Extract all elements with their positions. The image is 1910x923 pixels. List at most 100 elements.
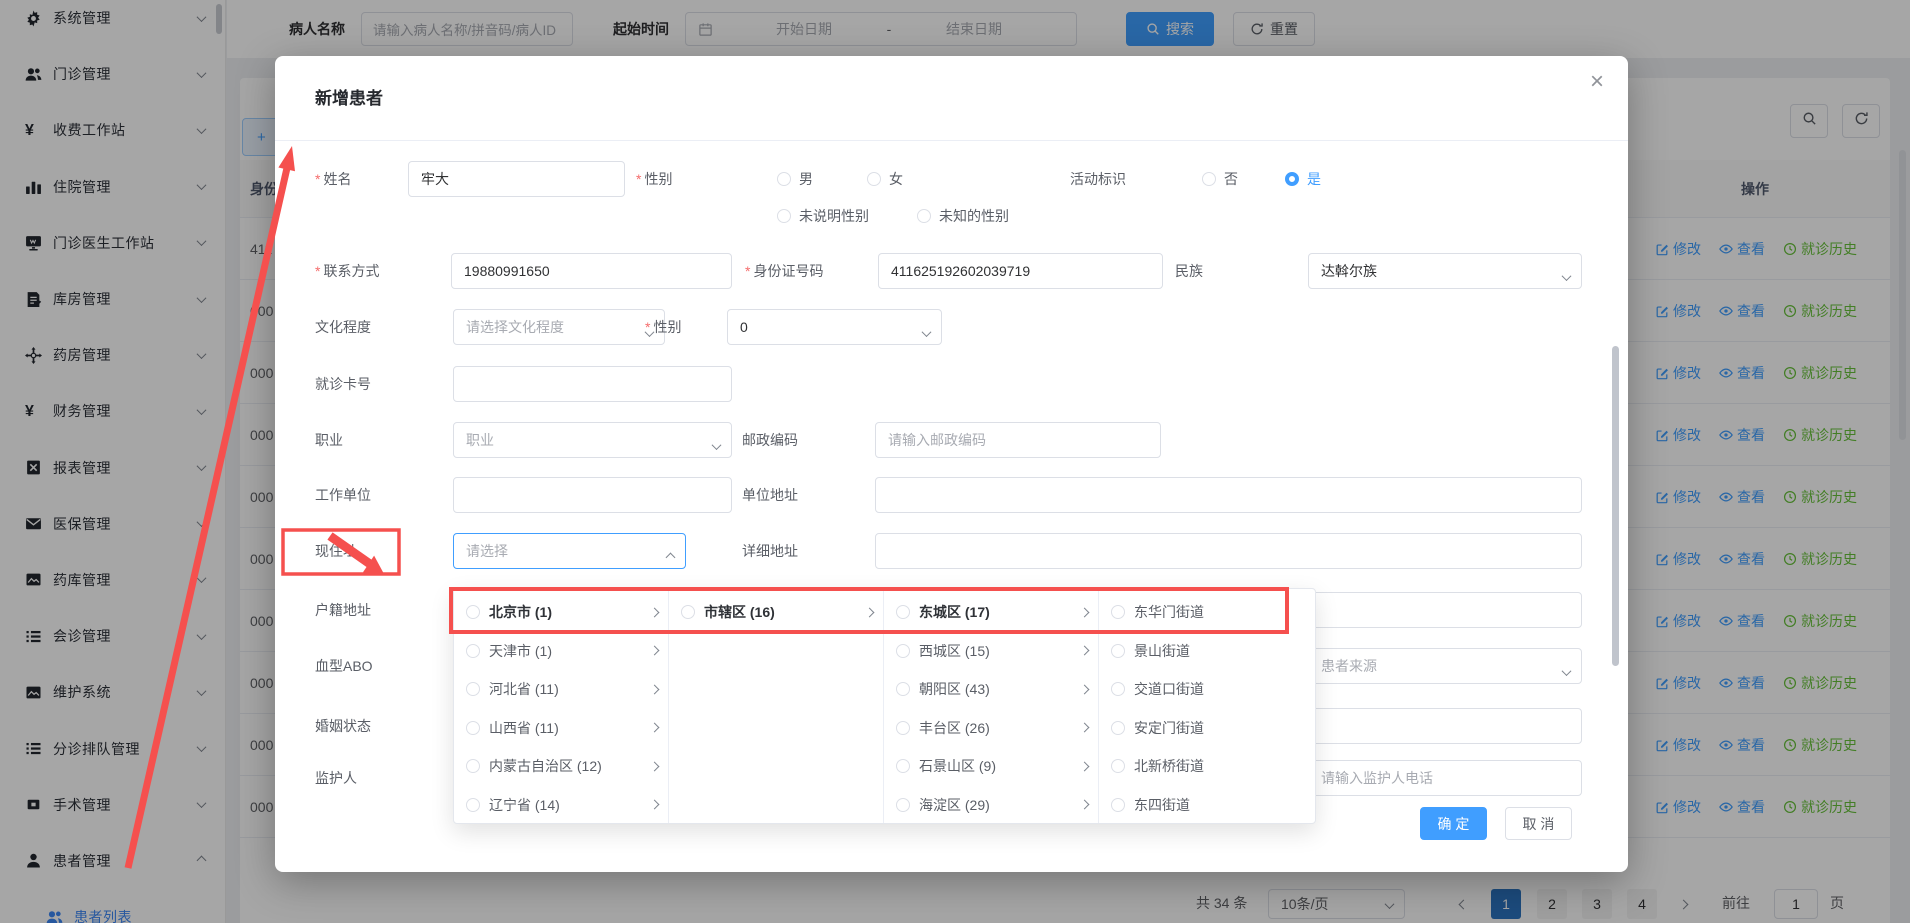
current-address-label: 现住址 (315, 541, 357, 561)
gender-radio-unknown[interactable]: 未知的性别 (917, 198, 1009, 234)
card-no-input[interactable] (453, 366, 732, 402)
radio-icon[interactable] (1111, 721, 1125, 735)
cascader-column: 东华门街道 景山街道 交道口街道 安定门街道 北新桥街道 东四街道 (1099, 589, 1314, 823)
radio-icon[interactable] (466, 759, 480, 773)
cascader-option[interactable]: 海淀区 (29) (884, 786, 1098, 824)
name-input[interactable]: 牢大 (408, 161, 625, 197)
education-select[interactable]: 请选择文化程度 (453, 309, 665, 345)
modal-title: 新增患者 (315, 84, 383, 109)
gender-radio-male[interactable]: 男 (777, 161, 813, 197)
chevron-right-icon (1080, 646, 1090, 656)
ethnicity-label: 民族 (1175, 261, 1203, 281)
chevron-right-icon (650, 723, 660, 733)
gender-radio-unstated[interactable]: 未说明性别 (777, 198, 869, 234)
contact-label: 联系方式 (323, 261, 379, 281)
cancel-button[interactable]: 取 消 (1505, 807, 1572, 840)
id-number-input[interactable]: 411625192602039719 (878, 253, 1163, 289)
radio-icon (777, 172, 791, 186)
radio-icon[interactable] (1111, 605, 1125, 619)
chevron-up-icon (666, 553, 676, 563)
radio-icon (917, 209, 931, 223)
radio-icon[interactable] (681, 605, 695, 619)
radio-icon[interactable] (896, 759, 910, 773)
cascader-column: 北京市 (1) 天津市 (1) 河北省 (11) 山西省 (11) 内蒙古自治区… (454, 589, 669, 823)
cascader-option[interactable]: 石景山区 (9) (884, 747, 1098, 786)
radio-icon[interactable] (1111, 682, 1125, 696)
postal-code-label: 邮政编码 (742, 430, 798, 450)
employer-address-input[interactable] (875, 477, 1582, 513)
chevron-down-icon (1562, 271, 1572, 281)
chevron-right-icon (865, 607, 875, 617)
modal-scrollbar[interactable] (1612, 346, 1619, 666)
chevron-right-icon (650, 761, 660, 771)
contact-input[interactable]: 19880991650 (451, 253, 732, 289)
occupation-select[interactable]: 职业 (453, 422, 732, 458)
cascader-option[interactable]: 东四街道 (1099, 786, 1314, 824)
divider (275, 140, 1628, 141)
confirm-button[interactable]: 确 定 (1420, 807, 1487, 840)
id-number-label: 身份证号码 (753, 261, 823, 281)
patient-source-select[interactable]: 患者来源 (1308, 648, 1582, 684)
gender-label: 性别 (644, 169, 672, 189)
chevron-right-icon (1080, 607, 1090, 617)
cascader-column: 市辖区 (16) (669, 589, 884, 823)
active-flag-radio-yes[interactable]: 是 (1285, 161, 1321, 197)
radio-icon[interactable] (466, 644, 480, 658)
guardian-label: 监护人 (315, 768, 357, 788)
radio-checked-icon (1285, 172, 1299, 186)
chevron-right-icon (1080, 723, 1090, 733)
radio-icon (1202, 172, 1216, 186)
cascader-option[interactable]: 安定门街道 (1099, 709, 1314, 748)
guardian-phone-input[interactable]: 请输入监护人电话 (1308, 760, 1582, 796)
radio-icon[interactable] (1111, 644, 1125, 658)
radio-icon[interactable] (466, 798, 480, 812)
cascader-option[interactable]: 景山街道 (1099, 632, 1314, 671)
radio-icon[interactable] (1111, 759, 1125, 773)
radio-icon[interactable] (466, 721, 480, 735)
ethnicity-select[interactable]: 达斡尔族 (1308, 253, 1582, 289)
cascader-option[interactable]: 交道口街道 (1099, 670, 1314, 709)
cascader-option[interactable]: 东华门街道 (1099, 593, 1314, 632)
occupation-label: 职业 (315, 430, 343, 450)
radio-icon (777, 209, 791, 223)
radio-icon[interactable] (896, 605, 910, 619)
employer-input[interactable] (453, 477, 732, 513)
radio-icon[interactable] (466, 605, 480, 619)
cascader-option[interactable]: 山西省 (11) (454, 709, 668, 748)
cascader-option[interactable]: 市辖区 (16) (669, 593, 883, 632)
cascader-option[interactable]: 天津市 (1) (454, 632, 668, 671)
active-flag-radio-no[interactable]: 否 (1202, 161, 1238, 197)
cascader-option[interactable]: 朝阳区 (43) (884, 670, 1098, 709)
radio-icon[interactable] (896, 798, 910, 812)
cascader-option[interactable]: 北京市 (1) (454, 593, 668, 632)
employer-label: 工作单位 (315, 485, 371, 505)
active-flag-label: 活动标识 (1070, 169, 1126, 189)
gender-radio-female[interactable]: 女 (867, 161, 903, 197)
radio-icon[interactable] (896, 644, 910, 658)
postal-code-input[interactable]: 请输入邮政编码 (875, 422, 1161, 458)
cascader-option[interactable]: 西城区 (15) (884, 632, 1098, 671)
current-address-cascader[interactable]: 请选择 (453, 533, 686, 569)
radio-icon[interactable] (1111, 798, 1125, 812)
cascader-column: 东城区 (17) 西城区 (15) 朝阳区 (43) 丰台区 (26) 石景山区… (884, 589, 1099, 823)
cascader-option[interactable]: 辽宁省 (14) (454, 786, 668, 824)
employer-address-label: 单位地址 (742, 485, 798, 505)
detail-address-input[interactable] (875, 533, 1582, 569)
cascader-option[interactable]: 河北省 (11) (454, 670, 668, 709)
patient-management-screen: 系统管理 门诊管理 ¥ 收费工作站 住院管理 门诊医生工作站 库房管理 药房管理… (0, 0, 1910, 923)
cascader-option[interactable]: 内蒙古自治区 (12) (454, 747, 668, 786)
marital-status-right-input[interactable] (1308, 708, 1582, 744)
name-label: 姓名 (323, 169, 351, 189)
registered-address-label: 户籍地址 (315, 600, 371, 620)
gender-code-select[interactable]: 0 (727, 309, 942, 345)
cascader-option[interactable]: 东城区 (17) (884, 593, 1098, 632)
cascader-option[interactable]: 丰台区 (26) (884, 709, 1098, 748)
registered-address-right-input[interactable] (1308, 592, 1582, 628)
radio-icon[interactable] (896, 682, 910, 696)
chevron-right-icon (1080, 800, 1090, 810)
cascader-option[interactable]: 北新桥街道 (1099, 747, 1314, 786)
radio-icon[interactable] (466, 682, 480, 696)
radio-icon[interactable] (896, 721, 910, 735)
chevron-right-icon (650, 684, 660, 694)
close-icon[interactable]: × (1590, 70, 1604, 94)
